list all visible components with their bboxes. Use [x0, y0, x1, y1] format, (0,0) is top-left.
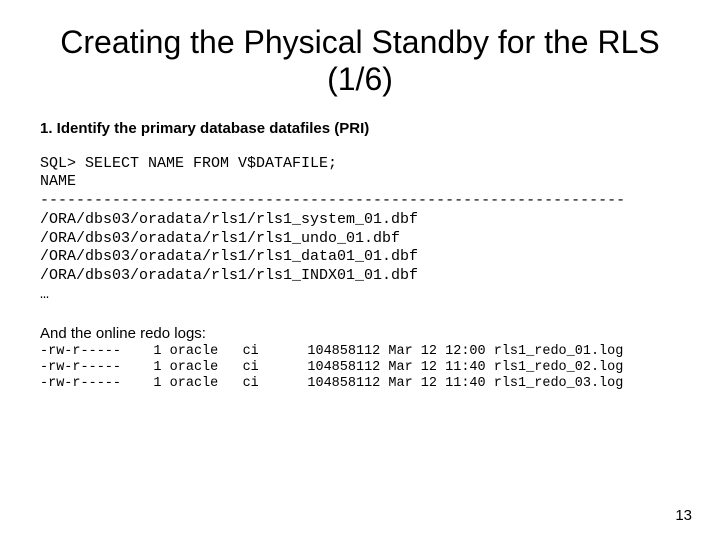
sql-row: /ORA/dbs03/oradata/rls1/rls1_undo_01.dbf	[40, 230, 400, 247]
page-number: 13	[675, 507, 692, 524]
log-row: -rw-r----- 1 oracle ci 104858112 Mar 12 …	[40, 376, 623, 391]
logs-intro: And the online redo logs:	[40, 325, 680, 342]
sql-row: /ORA/dbs03/oradata/rls1/rls1_INDX01_01.d…	[40, 267, 418, 284]
sql-ellipsis: …	[40, 286, 49, 303]
sql-prompt-line: SQL> SELECT NAME FROM V$DATAFILE;	[40, 155, 337, 172]
slide: Creating the Physical Standby for the RL…	[0, 0, 720, 540]
log-row: -rw-r----- 1 oracle ci 104858112 Mar 12 …	[40, 360, 623, 375]
sql-column: NAME	[40, 173, 76, 190]
sql-block: SQL> SELECT NAME FROM V$DATAFILE; NAME -…	[40, 155, 680, 305]
redo-logs-listing: -rw-r----- 1 oracle ci 104858112 Mar 12 …	[40, 344, 680, 393]
log-row: -rw-r----- 1 oracle ci 104858112 Mar 12 …	[40, 344, 623, 359]
sql-separator: ----------------------------------------…	[40, 192, 625, 209]
page-title: Creating the Physical Standby for the RL…	[40, 24, 680, 98]
sql-row: /ORA/dbs03/oradata/rls1/rls1_system_01.d…	[40, 211, 418, 228]
section-heading: 1. Identify the primary database datafil…	[40, 120, 680, 137]
sql-row: /ORA/dbs03/oradata/rls1/rls1_data01_01.d…	[40, 248, 418, 265]
